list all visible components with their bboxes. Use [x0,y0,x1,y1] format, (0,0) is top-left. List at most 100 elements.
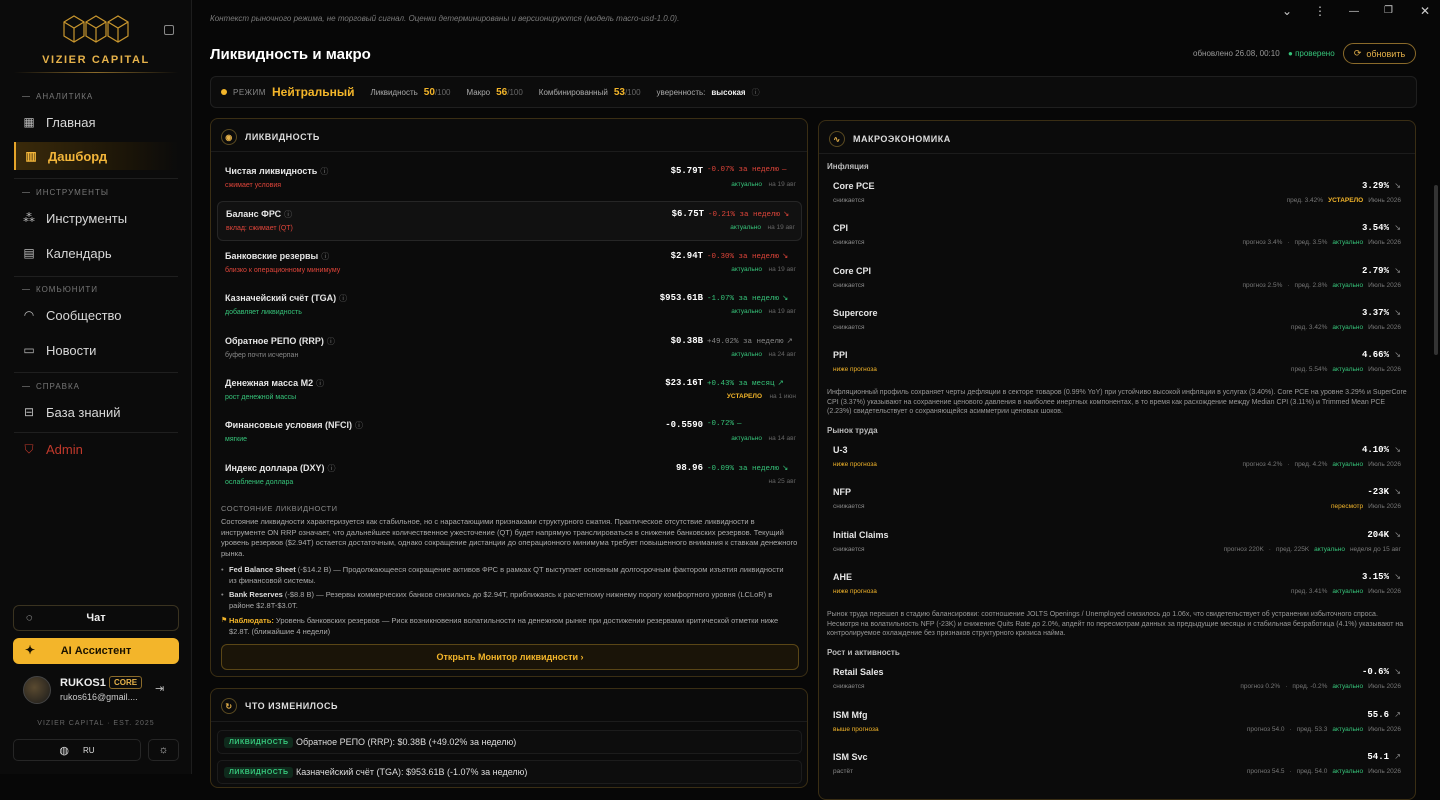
sidebar-item-label: Главная [46,114,96,130]
previous-value: пред. 3.42% [1286,197,1324,204]
release-date: Июль 2026 [1368,282,1401,289]
bullet-text: (-$14.2 B) — Продолжающееся сокращение а… [229,565,784,585]
macro-row[interactable]: ISM Svc растёт 54.1 ↗ прогноз 54.5 · пред. 54.… [825,746,1407,786]
metric-change-text: -0.21% за неделю [708,211,781,219]
sidebar-item-dashboard[interactable]: ▥ Дашборд [14,142,178,170]
info-icon[interactable]: ⓘ [752,87,760,98]
sidebar-item-calendar[interactable]: ▤ Календарь [14,239,178,267]
sidebar-item-tools[interactable]: ⁂ Инструменты [14,204,178,232]
metric-name-text: Баланс ФРС [226,209,282,219]
info-icon[interactable]: ⓘ [355,421,363,430]
user-profile[interactable]: RUKOS1 CORE rukos616@gmail.... ⇥ [13,670,179,712]
liquidity-bullet: Bank Reserves (-$8.8 B) — Резервы коммер… [221,590,789,611]
liquidity-row[interactable]: Финансовые условия (NFCI) ⓘ мягкие -0.5590-… [217,413,802,453]
macro-row[interactable]: U-3 ниже прогноза 4.10% ↘ прогноз 4.2% · пред.… [825,439,1407,479]
liquidity-state-title: СОСТОЯНИЕ ЛИКВИДНОСТИ [221,504,338,513]
separator: · [1268,546,1271,553]
liquidity-row[interactable]: Чистая ликвидность ⓘ сжимает условия $5.79T… [217,159,802,199]
sidebar-item-community[interactable]: ◠ Сообщество [14,301,178,329]
bar-chart-icon: ▥ [25,149,37,163]
macro-row[interactable]: Core PCE снижается 3.29% ↘ пред. 3.42% УСТАРЕ… [825,175,1407,215]
liquidity-row[interactable]: Баланс ФРС ⓘ вклад: сжимает (QT) $6.75T -0.2… [217,201,802,241]
liquidity-row[interactable]: Обратное РЕПО (RRP) ⓘ буфер почти исчерпан… [217,329,802,369]
release-date: Июль 2026 [1368,461,1401,468]
macro-row[interactable]: Initial Claims снижается 204K ↘ прогноз 220K… [825,524,1407,564]
collapse-sidebar-icon[interactable] [164,25,174,35]
info-icon[interactable]: ⓘ [284,210,292,219]
ai-assistant-button[interactable]: ✦ AI Ассистент [13,638,179,664]
chevron-down-icon[interactable]: ⌄ [1282,4,1292,18]
sidebar-item-admin[interactable]: ⛉ Admin [14,435,178,463]
restore-icon[interactable]: ❐ [1384,5,1393,16]
pulse-icon: ∿ [829,131,845,147]
chat-button[interactable]: ◌ Чат [13,605,179,631]
macro-row[interactable]: CPI снижается 3.54% ↘ прогноз 3.4% · пред. 3.5… [825,217,1407,257]
trend-arrow-icon: ↘ [782,253,789,261]
info-icon[interactable]: ⓘ [316,379,324,388]
sidebar-item-knowledge-base[interactable]: ⊟ База знаний [14,398,178,426]
section-community: КОМЬЮНИТИ [22,285,98,294]
score-denominator: /100 [624,87,641,97]
sidebar-item-news[interactable]: ▭ Новости [14,336,178,364]
more-icon[interactable]: ⋮ [1314,4,1326,18]
macro-card: ∿ МАКРОЭКОНОМИКА Инфляция Рынок труда Ро… [818,120,1416,800]
trend-arrow-icon: ↗ [777,380,784,388]
metric-value: $953.61B [659,293,703,303]
metric-name: Казначейский счёт (TGA) ⓘ [225,293,347,304]
language-selector[interactable]: ◍ RU [13,739,141,761]
page-scrollbar[interactable] [1434,185,1438,355]
close-icon[interactable]: ✕ [1420,4,1430,18]
info-icon[interactable]: ⓘ [321,252,329,261]
macro-row[interactable]: Core CPI снижается 2.79% ↘ прогноз 2.5% · пред… [825,260,1407,300]
liquidity-row[interactable]: Банковские резервы ⓘ близко к операционном… [217,244,802,284]
theme-toggle[interactable]: ☼ [148,739,179,761]
macro-row[interactable]: Supercore снижается 3.37% ↘ пред. 3.42% актуа… [825,302,1407,342]
freshness-status: актуально [731,266,762,273]
logo-icon [63,15,129,43]
liquidity-row[interactable]: Денежная масса M2 ⓘ рост денежной массы $23… [217,371,802,411]
change-row[interactable]: ЛИКВИДНОСТЬ Казначейский счёт (TGA): $953… [217,760,802,784]
metric-change-text: +0.43% за месяц [707,380,775,388]
refresh-button[interactable]: ⟳ обновить [1343,43,1416,64]
info-icon[interactable]: ⓘ [320,167,328,176]
divider [14,432,178,433]
brand-logo[interactable]: VIZIER CAPITAL [0,0,192,76]
indicator-trend: снижается [833,546,865,553]
sidebar-item-home[interactable]: ▦ Главная [14,108,178,136]
bullet-title: Fed Balance Sheet [229,565,296,574]
metric-name-text: Денежная масса M2 [225,378,314,388]
sidebar: VIZIER CAPITAL АНАЛИТИКА ▦ Главная ▥ Даш… [0,0,192,774]
section-help: СПРАВКА [22,382,80,391]
trend-arrow-icon: ↘ [1394,350,1401,359]
macro-row[interactable]: AHE ниже прогноза 3.15% ↘ пред. 3.41% актуаль… [825,566,1407,606]
trend-arrow-icon: ↘ [1394,308,1401,317]
change-row[interactable]: ЛИКВИДНОСТЬ Обратное РЕПО (RRP): $0.38B (… [217,730,802,754]
info-icon[interactable]: ⓘ [327,337,335,346]
liquidity-row[interactable]: Казначейский счёт (TGA) ⓘ добавляет ликвид… [217,286,802,326]
score-denominator: /100 [434,87,451,97]
macro-row[interactable]: ISM Mfg выше прогноза 55.6 ↗ прогноз 54.0 · пр… [825,704,1407,744]
macro-row[interactable]: PPI ниже прогноза 4.66% ↘ пред. 5.54% актуаль… [825,344,1407,384]
indicator-trend: ниже прогноза [833,461,877,468]
divider [14,276,178,277]
freshness-status: УСТАРЕЛО [726,393,762,400]
macro-row[interactable]: NFP снижается -23K ↘ пересмотр Июль 2026 [825,481,1407,521]
indicator-meta: прогноз 0.2% · пред. -0.2% актуально Июль 20… [1240,683,1401,690]
indicator-trend: ниже прогноза [833,588,877,595]
avatar[interactable] [23,676,51,704]
open-liquidity-monitor-button[interactable]: Открыть Монитор ликвидности › [221,644,799,670]
metric-value: $0.38B [670,336,703,346]
trend-arrow-icon: ↘ [1394,667,1401,676]
freshness-status: актуально [730,224,761,231]
logout-icon[interactable]: ⇥ [155,682,164,695]
info-icon[interactable]: ⓘ [327,464,335,473]
user-email: rukos616@gmail.... [60,692,138,702]
minimize-icon[interactable]: — [1349,6,1359,17]
info-icon[interactable]: ⓘ [339,294,347,303]
liquidity-score-label: Ликвидность [370,87,418,97]
macro-title: МАКРОЭКОНОМИКА [853,134,951,144]
indicator-value: 3.37% [1361,308,1389,318]
macro-row[interactable]: Retail Sales снижается -0.6% ↘ прогноз 0.2% ·… [825,661,1407,701]
liquidity-row[interactable]: Индекс доллара (DXY) ⓘ ослабление доллара 9… [217,456,802,496]
indicator-name: PPI [833,350,848,360]
